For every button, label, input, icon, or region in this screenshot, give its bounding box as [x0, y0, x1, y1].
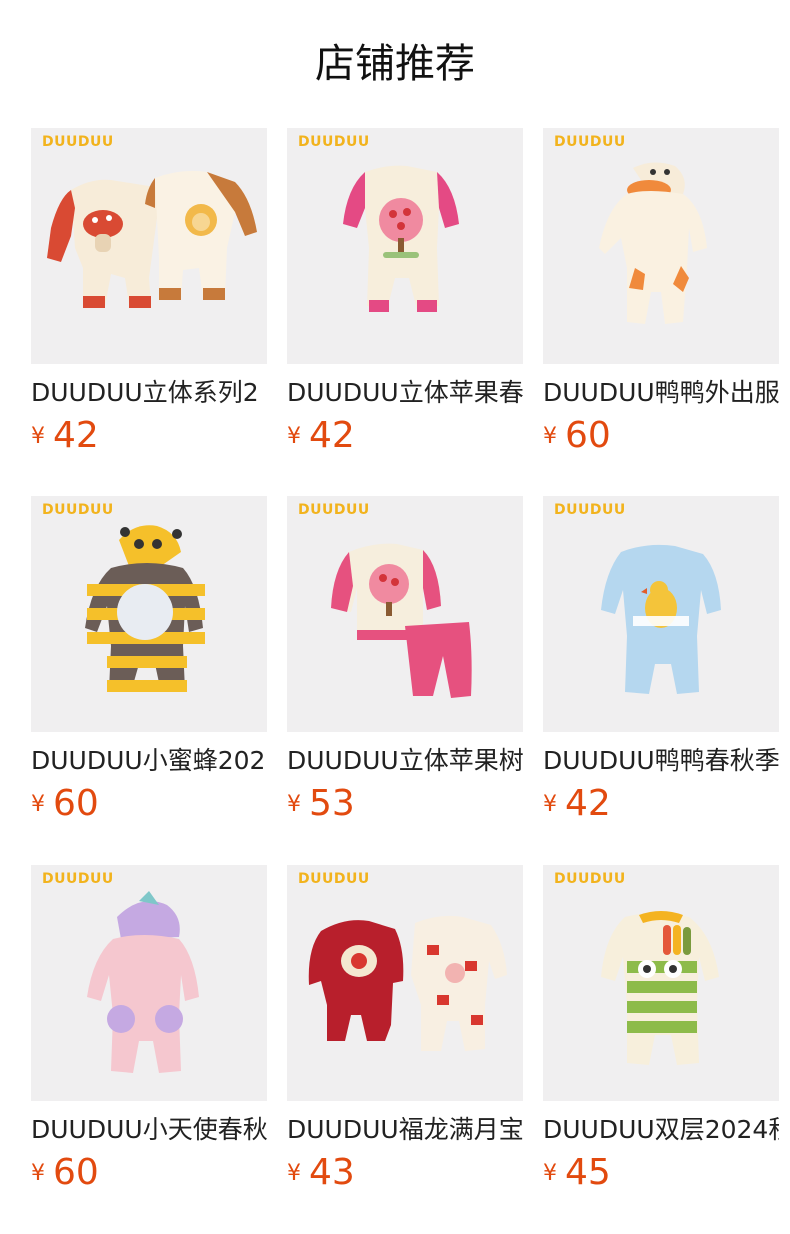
currency-symbol: ¥: [543, 1161, 557, 1186]
product-image[interactable]: DUUDUU: [31, 865, 267, 1101]
product-price: ¥60: [543, 414, 611, 458]
product-image[interactable]: DUUDUU: [287, 865, 523, 1101]
product-image[interactable]: DUUDUU: [543, 865, 779, 1101]
product-price: ¥45: [543, 1151, 611, 1195]
currency-symbol: ¥: [287, 424, 301, 449]
apple-tree-sweatshirt-set-illustration: [331, 543, 472, 698]
brand-logo: DUUDUU: [42, 134, 114, 150]
currency-symbol: ¥: [287, 792, 301, 817]
product-image[interactable]: DUUDUU: [31, 496, 267, 732]
price-amount: 45: [565, 1152, 611, 1193]
brand-logo: DUUDUU: [42, 502, 114, 518]
product-name[interactable]: DUUDUU小天使春秋: [31, 1113, 267, 1147]
product-name[interactable]: DUUDUU双层2024秋: [543, 1113, 779, 1147]
product-card[interactable]: DUUDUU DUUDUU双层2024秋 ¥45: [543, 865, 779, 1205]
green-monster-romper-illustration: [601, 911, 719, 1065]
product-name[interactable]: DUUDUU立体苹果春: [287, 376, 523, 410]
product-name[interactable]: DUUDUU鸭鸭春秋季: [543, 744, 779, 778]
price-amount: 60: [53, 1152, 99, 1193]
currency-symbol: ¥: [31, 792, 45, 817]
product-name[interactable]: DUUDUU小蜜蜂202: [31, 744, 267, 778]
product-price: ¥60: [31, 782, 99, 826]
brand-logo: DUUDUU: [554, 871, 626, 887]
currency-symbol: ¥: [543, 792, 557, 817]
product-card[interactable]: DUUDUU DUUDUU福龙满月宝 ¥43: [287, 865, 523, 1205]
product-card[interactable]: DUUDUU DUUDUU小蜜蜂202 ¥60: [31, 496, 267, 836]
brand-logo: DUUDUU: [554, 134, 626, 150]
currency-symbol: ¥: [543, 424, 557, 449]
price-amount: 60: [565, 415, 611, 456]
product-price: ¥42: [31, 414, 99, 458]
currency-symbol: ¥: [31, 424, 45, 449]
product-card[interactable]: DUUDUU DUUDUU鸭鸭春秋季 ¥42: [543, 496, 779, 836]
price-amount: 42: [53, 415, 99, 456]
pink-angel-romper-illustration: [87, 891, 199, 1073]
product-image[interactable]: DUUDUU: [543, 496, 779, 732]
product-price: ¥60: [31, 1151, 99, 1195]
product-name[interactable]: DUUDUU鸭鸭外出服: [543, 376, 779, 410]
product-price: ¥43: [287, 1151, 355, 1195]
product-card[interactable]: DUUDUU DUUDUU立体苹果树 ¥53: [287, 496, 523, 836]
brand-logo: DUUDUU: [42, 871, 114, 887]
product-grid: DUUDUU DUUDUU立体系列2 ¥ 42 DUUDUU DUUDUU立体苹…: [0, 0, 790, 1234]
product-card[interactable]: DUUDUU DUUDUU立体系列2 ¥ 42: [31, 128, 267, 468]
product-name[interactable]: DUUDUU福龙满月宝: [287, 1113, 523, 1147]
mushroom-lion-rompers-illustration: [47, 170, 257, 308]
brand-logo: DUUDUU: [554, 502, 626, 518]
product-name[interactable]: DUUDUU立体系列2: [31, 376, 267, 410]
apple-tree-pink-romper-illustration: [343, 165, 459, 312]
product-card[interactable]: DUUDUU DUUDUU鸭鸭外出服 ¥60: [543, 128, 779, 468]
product-price: ¥42: [543, 782, 611, 826]
product-name[interactable]: DUUDUU立体苹果树: [287, 744, 523, 778]
product-image[interactable]: DUUDUU: [287, 496, 523, 732]
price-amount: 42: [565, 783, 611, 824]
red-dragon-rompers-illustration: [308, 915, 507, 1051]
product-card[interactable]: DUUDUU DUUDUU小天使春秋 ¥60: [31, 865, 267, 1205]
price-amount: 60: [53, 783, 99, 824]
price-amount: 43: [309, 1152, 355, 1193]
product-image[interactable]: DUUDUU: [31, 128, 267, 364]
blue-duck-romper-illustration: [601, 544, 721, 694]
price-amount: 53: [309, 783, 355, 824]
duck-hood-romper-illustration: [599, 162, 707, 324]
bee-stripe-romper-illustration: [85, 525, 205, 692]
product-card[interactable]: DUUDUU DUUDUU立体苹果春 ¥42: [287, 128, 523, 468]
brand-logo: DUUDUU: [298, 502, 370, 518]
currency-symbol: ¥: [31, 1161, 45, 1186]
product-image[interactable]: DUUDUU: [543, 128, 779, 364]
price-amount: 42: [309, 415, 355, 456]
currency-symbol: ¥: [287, 1161, 301, 1186]
brand-logo: DUUDUU: [298, 871, 370, 887]
product-price: ¥53: [287, 782, 355, 826]
brand-logo: DUUDUU: [298, 134, 370, 150]
product-price: ¥42: [287, 414, 355, 458]
product-image[interactable]: DUUDUU: [287, 128, 523, 364]
